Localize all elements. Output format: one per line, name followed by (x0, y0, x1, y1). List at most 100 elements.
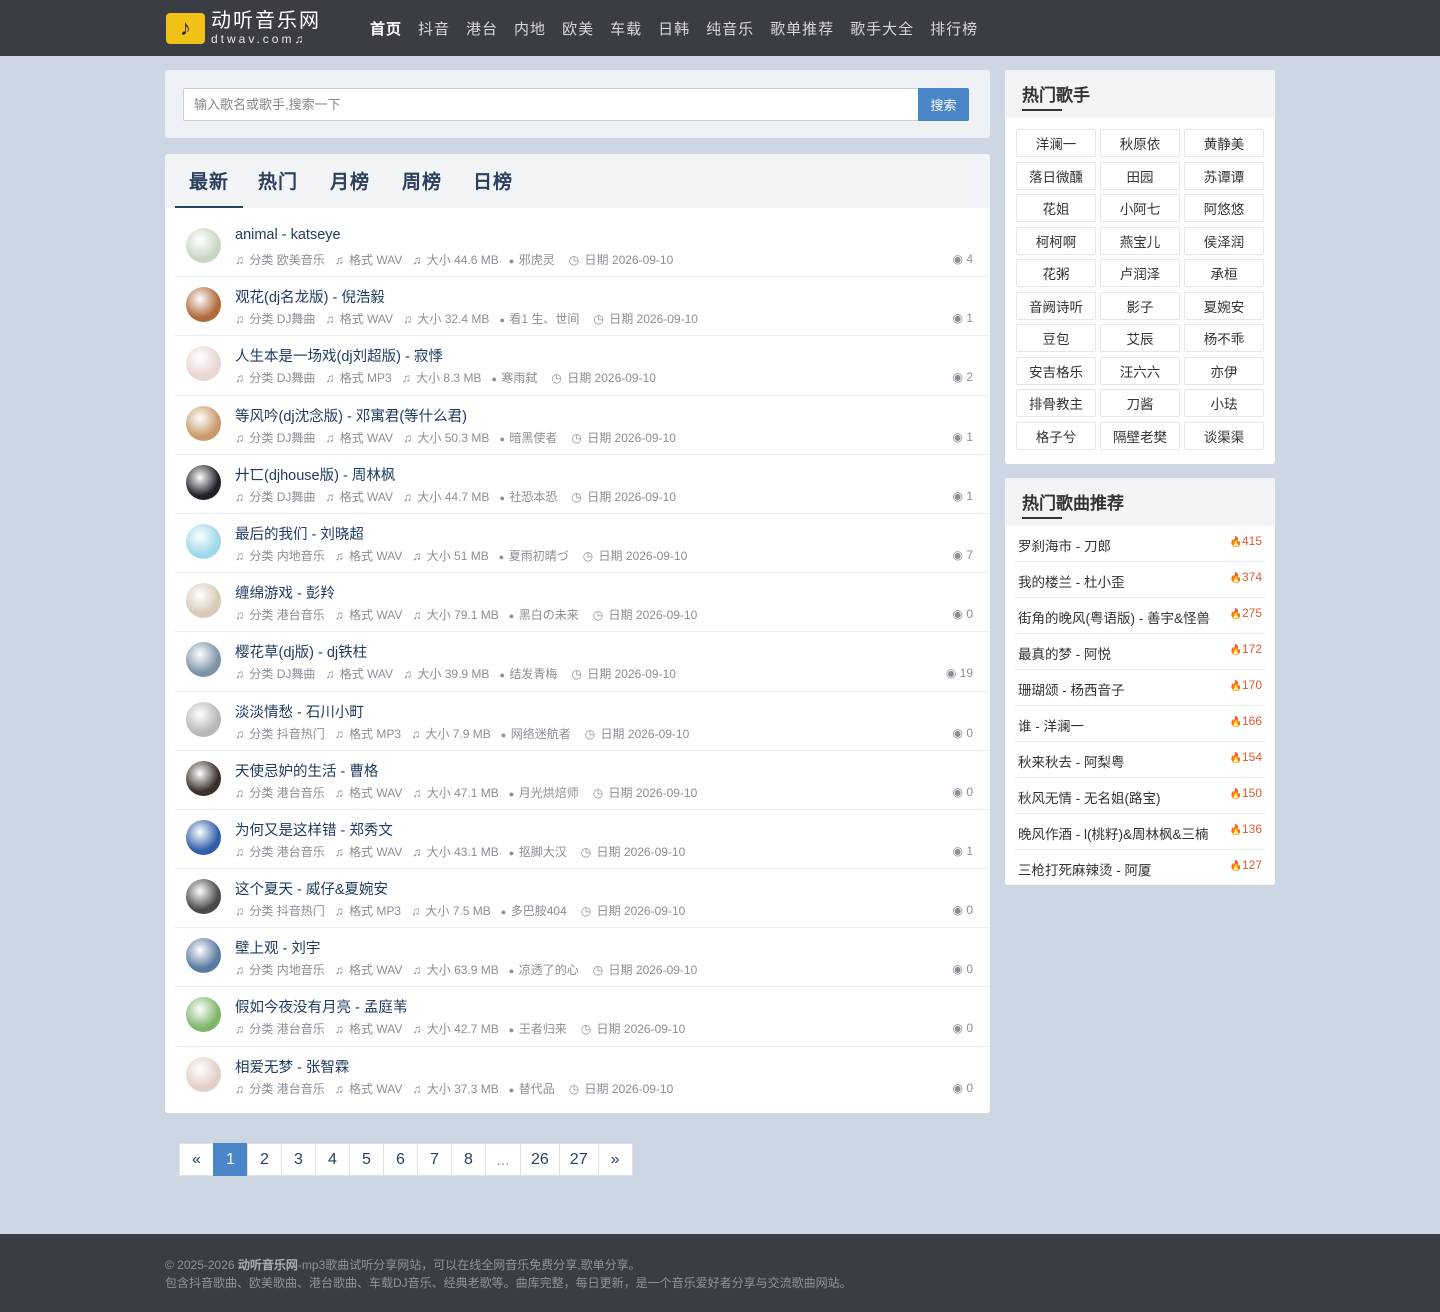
song-title[interactable]: 假如今夜没有月亮 - 孟庭苇 (235, 996, 407, 1017)
nav-item[interactable]: 歌单推荐 (770, 18, 834, 39)
singer-tag[interactable]: 影子 (1100, 291, 1180, 320)
song-cover[interactable] (186, 464, 221, 500)
nav-item[interactable]: 车载 (610, 18, 642, 39)
tab-5[interactable]: 日榜 (473, 167, 513, 194)
page-button[interactable]: 6 (383, 1143, 418, 1176)
singer-tag[interactable]: 柯柯啊 (1016, 226, 1096, 255)
hot-song-item[interactable]: 三枪打死麻辣烫 - 阿厦 🔥127 (1015, 850, 1265, 886)
song-title[interactable]: 廾匸(djhouse版) - 周林枫 (235, 464, 395, 485)
singer-tag[interactable]: 汪六六 (1100, 356, 1180, 385)
hot-song-name[interactable]: 我的楼兰 - 杜小歪 (1018, 571, 1125, 591)
singer-tag[interactable]: 亦伊 (1184, 356, 1264, 385)
hot-song-item[interactable]: 罗刹海市 - 刀郎 🔥415 (1015, 526, 1265, 562)
song-cover[interactable] (186, 287, 221, 323)
hot-song-name[interactable]: 最真的梦 - 阿悦 (1018, 643, 1111, 663)
singer-tag[interactable]: 洋澜一 (1016, 129, 1096, 157)
song-cover[interactable] (186, 760, 221, 796)
page-button[interactable]: 8 (451, 1143, 486, 1176)
hot-song-item[interactable]: 晚风作酒 - l(桃籽)&周林枫&三楠 🔥136 (1015, 814, 1265, 850)
singer-tag[interactable]: 格子兮 (1016, 421, 1096, 450)
song-title[interactable]: animal - katseye (235, 227, 341, 243)
nav-item[interactable]: 纯音乐 (706, 18, 754, 39)
singer-tag[interactable]: 苏谭谭 (1184, 161, 1264, 190)
hot-song-item[interactable]: 秋来秋去 - 阿梨粤 🔥154 (1015, 742, 1265, 778)
hot-song-name[interactable]: 秋来秋去 - 阿梨粤 (1018, 751, 1125, 771)
singer-tag[interactable]: 侯泽润 (1184, 226, 1264, 255)
tab-2[interactable]: 热门 (258, 167, 298, 194)
singer-tag[interactable]: 田园 (1100, 161, 1180, 190)
hot-song-name[interactable]: 秋风无情 - 无名姐(路宝) (1018, 787, 1161, 807)
song-title[interactable]: 天使忌妒的生活 - 曹格 (235, 760, 378, 781)
hot-song-item[interactable]: 珊瑚颂 - 杨西音子 🔥170 (1015, 670, 1265, 706)
song-title[interactable]: 等风吟(dj沈念版) - 邓寓君(等什么君) (235, 405, 467, 426)
hot-song-name[interactable]: 晚风作酒 - l(桃籽)&周林枫&三楠 (1018, 823, 1209, 843)
singer-tag[interactable]: 黄静美 (1184, 129, 1264, 157)
prev-page-button[interactable]: « (179, 1143, 214, 1176)
singer-tag[interactable]: 阿悠悠 (1184, 194, 1264, 222)
hot-song-name[interactable]: 谁 - 洋澜一 (1018, 715, 1084, 735)
hot-song-item[interactable]: 最真的梦 - 阿悦 🔥172 (1015, 634, 1265, 670)
nav-item[interactable]: 抖音 (418, 18, 450, 39)
song-title[interactable]: 人生本是一场戏(dj刘超版) - 寂悸 (235, 345, 443, 366)
song-cover[interactable] (186, 1056, 221, 1092)
singer-tag[interactable]: 杨不乖 (1184, 324, 1264, 352)
hot-song-item[interactable]: 街角的晚风(粤语版) - 善宇&怪兽 🔥275 (1015, 598, 1265, 634)
singer-tag[interactable]: 排骨教主 (1016, 389, 1096, 417)
hot-song-name[interactable]: 罗刹海市 - 刀郎 (1018, 535, 1111, 555)
song-title[interactable]: 这个夏天 - 威仔&夏婉安 (235, 878, 388, 899)
song-title[interactable]: 樱花草(dj版) - dj铁柱 (235, 641, 367, 662)
song-title[interactable]: 为何又是这样错 - 郑秀文 (235, 819, 393, 840)
singer-tag[interactable]: 承桓 (1184, 259, 1264, 287)
singer-tag[interactable]: 豆包 (1016, 324, 1096, 352)
page-button[interactable]: 5 (349, 1143, 384, 1176)
hot-song-item[interactable]: 谁 - 洋澜一 🔥166 (1015, 706, 1265, 742)
page-button[interactable]: 2 (247, 1143, 282, 1176)
search-button[interactable]: 搜索 (918, 88, 969, 121)
song-cover[interactable] (186, 701, 221, 737)
singer-tag[interactable]: 夏婉安 (1184, 291, 1264, 320)
song-title[interactable]: 最后的我们 - 刘晓超 (235, 523, 364, 544)
singer-tag[interactable]: 花粥 (1016, 259, 1096, 287)
nav-item[interactable]: 日韩 (658, 18, 690, 39)
singer-tag[interactable]: 音阙诗听 (1016, 291, 1096, 320)
nav-item[interactable]: 欧美 (562, 18, 594, 39)
page-button[interactable]: 26 (520, 1143, 560, 1176)
singer-tag[interactable]: 安吉格乐 (1016, 356, 1096, 385)
singer-tag[interactable]: 艾辰 (1100, 324, 1180, 352)
song-title[interactable]: 壁上观 - 刘宇 (235, 937, 320, 958)
song-title[interactable]: 淡淡情愁 - 石川小町 (235, 701, 364, 722)
singer-tag[interactable]: 小阿七 (1100, 194, 1180, 222)
song-cover[interactable] (186, 346, 221, 382)
hot-song-item[interactable]: 我的楼兰 - 杜小歪 🔥374 (1015, 562, 1265, 598)
hot-song-name[interactable]: 珊瑚颂 - 杨西音子 (1018, 679, 1125, 699)
song-title[interactable]: 观花(dj名龙版) - 倪浩毅 (235, 286, 385, 307)
song-cover[interactable] (186, 523, 221, 559)
song-cover[interactable] (186, 819, 221, 855)
singer-tag[interactable]: 小珐 (1184, 389, 1264, 417)
song-title[interactable]: 相爱无梦 - 张智霖 (235, 1056, 349, 1077)
tab-4[interactable]: 周榜 (402, 167, 442, 194)
page-button[interactable]: 7 (417, 1143, 452, 1176)
singer-tag[interactable]: 刀酱 (1100, 389, 1180, 417)
footer-site-name[interactable]: 动听音乐网 (238, 1258, 298, 1272)
singer-tag[interactable]: 秋原依 (1100, 129, 1180, 157)
nav-item[interactable]: 排行榜 (930, 18, 978, 39)
nav-item[interactable]: 港台 (466, 18, 498, 39)
site-logo[interactable]: ♪ 动听音乐网 dtwav.com♫ (166, 11, 321, 45)
next-page-button[interactable]: » (597, 1143, 633, 1176)
nav-item[interactable]: 首页 (370, 18, 402, 39)
singer-tag[interactable]: 燕宝儿 (1100, 226, 1180, 255)
song-cover[interactable] (186, 405, 221, 441)
page-button[interactable]: 4 (315, 1143, 350, 1176)
hot-song-item[interactable]: 秋风无情 - 无名姐(路宝) 🔥150 (1015, 778, 1265, 814)
singer-tag[interactable]: 落日微醺 (1016, 161, 1096, 190)
song-cover[interactable] (186, 997, 221, 1033)
hot-song-name[interactable]: 街角的晚风(粤语版) - 善宇&怪兽 (1018, 607, 1210, 627)
nav-item[interactable]: 内地 (514, 18, 546, 39)
song-cover[interactable] (186, 938, 221, 974)
singer-tag[interactable]: 谈渠渠 (1184, 421, 1264, 450)
hot-song-name[interactable]: 三枪打死麻辣烫 - 阿厦 (1018, 859, 1152, 879)
nav-item[interactable]: 歌手大全 (850, 18, 914, 39)
song-cover[interactable] (186, 879, 221, 915)
song-cover[interactable] (186, 228, 221, 263)
